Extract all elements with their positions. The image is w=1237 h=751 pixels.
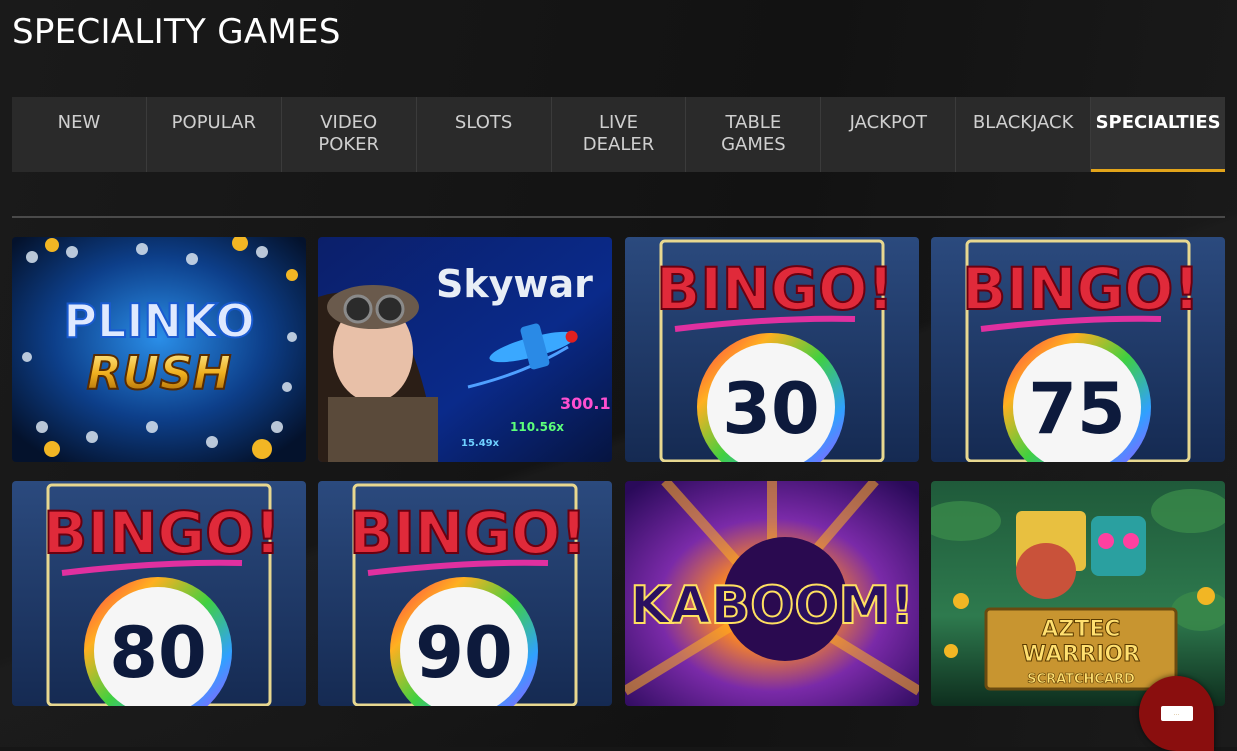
aztec-warrior-thumbnail: AZTEC WARRIOR SCRATCHCARD [930, 481, 1225, 706]
tab-label: TABLE GAMES [721, 112, 786, 155]
bingo-90-thumbnail: BINGO! 90 [318, 481, 613, 706]
game-tile-bingo-80[interactable]: BINGO! 80 [12, 481, 306, 706]
divider [12, 216, 1225, 218]
game-tile-plinko-rush[interactable]: PLINKO RUSH [12, 237, 306, 462]
bingo-number: 80 [109, 612, 206, 694]
bingo-number: 30 [722, 368, 819, 450]
tab-jackpot[interactable]: JACKPOT [821, 97, 957, 172]
game-tile-kaboom[interactable]: KABOOM! [624, 481, 919, 706]
tab-label: BLACKJACK [972, 112, 1074, 133]
bingo-number: 75 [1028, 368, 1125, 450]
game-tile-bingo-75[interactable]: BINGO! 75 [930, 237, 1225, 462]
bingo-logo: BINGO! [349, 499, 587, 567]
skyward-multiplier-1: 300.1 [560, 394, 611, 413]
skyward-thumbnail: Skywar 300.1 110.56x 15.49x [318, 237, 613, 462]
tab-blackjack[interactable]: BLACKJACK [956, 97, 1092, 172]
plinko-rush-thumbnail: PLINKO RUSH [12, 237, 306, 462]
tab-specialties[interactable]: SPECIALTIES [1091, 97, 1226, 172]
skyward-multiplier-3: 15.49x [461, 438, 500, 449]
tab-live-dealer[interactable]: LIVE DEALER [552, 97, 687, 172]
kaboom-logo: KABOOM! [630, 576, 914, 636]
bingo-logo: BINGO! [962, 255, 1200, 323]
plinko-logo-line2: RUSH [87, 346, 231, 400]
tab-label: VIDEO POKER [318, 112, 380, 155]
chat-bubble-icon[interactable]: … [1139, 676, 1214, 751]
tab-slots[interactable]: SLOTS [417, 97, 552, 172]
bingo-75-thumbnail: BINGO! 75 [930, 237, 1225, 462]
bingo-logo: BINGO! [43, 499, 281, 567]
bingo-logo: BINGO! [656, 255, 894, 323]
bingo-30-thumbnail: BINGO! 30 [624, 237, 919, 462]
tab-label: JACKPOT [849, 112, 927, 133]
bingo-number: 90 [416, 612, 513, 694]
chat-window-icon: … [1160, 706, 1193, 721]
bingo-80-thumbnail: BINGO! 80 [12, 481, 306, 706]
game-tile-aztec-warrior[interactable]: AZTEC WARRIOR SCRATCHCARD [930, 481, 1225, 706]
kaboom-thumbnail: KABOOM! [624, 481, 919, 706]
tab-label: POPULAR [171, 112, 256, 133]
plinko-logo-line1: PLINKO [63, 294, 254, 348]
aztec-logo-line2: WARRIOR [1022, 642, 1140, 667]
game-tile-skyward[interactable]: Skywar 300.1 110.56x 15.49x [318, 237, 613, 462]
category-tabs: NEW POPULAR VIDEO POKER SLOTS LIVE DEALE… [12, 97, 1226, 172]
aztec-logo-line3: SCRATCHCARD [1027, 672, 1135, 687]
tab-video-poker[interactable]: VIDEO POKER [282, 97, 417, 172]
game-tile-bingo-30[interactable]: BINGO! 30 [624, 237, 919, 462]
tab-table-games[interactable]: TABLE GAMES [686, 97, 822, 172]
game-grid: PLINKO RUSH Skywar 300.1 110.56x 15.49x … [12, 237, 1225, 706]
skyward-multiplier-2: 110.56x [510, 420, 564, 434]
tab-label: NEW [57, 112, 101, 133]
game-tile-bingo-90[interactable]: BINGO! 90 [318, 481, 613, 706]
aztec-logo-line1: AZTEC [1041, 617, 1120, 642]
tab-label: SLOTS [454, 112, 513, 133]
tab-popular[interactable]: POPULAR [147, 97, 282, 172]
tab-new[interactable]: NEW [12, 97, 147, 172]
page-title: SPECIALITY GAMES [12, 12, 341, 52]
skyward-logo: Skywar [436, 262, 593, 306]
tab-label: LIVE DEALER [582, 112, 655, 155]
tab-label: SPECIALTIES [1095, 112, 1221, 133]
